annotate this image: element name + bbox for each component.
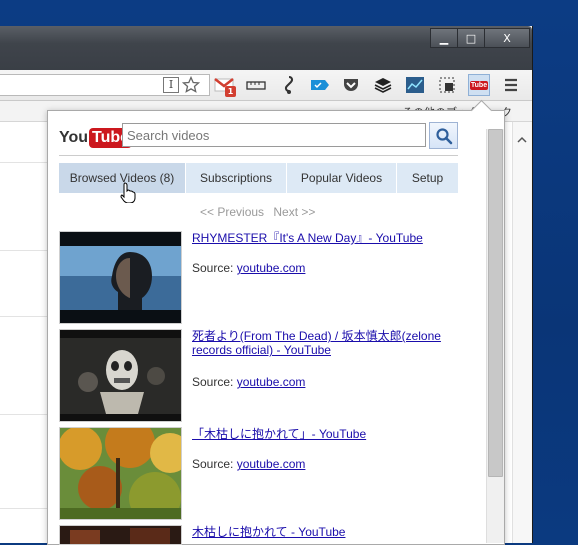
tab-bar: Browsed Videos (8) Subscriptions Popular…: [59, 163, 458, 193]
close-button[interactable]: X: [484, 28, 530, 48]
video-title-link[interactable]: 死者より(From The Dead) / 坂本慎太郎(zelone recor…: [192, 329, 457, 357]
maximize-icon: □: [465, 31, 477, 45]
screenshot-icon[interactable]: [436, 74, 458, 96]
close-icon: X: [503, 31, 511, 45]
maximize-button[interactable]: □: [457, 28, 485, 48]
ruler-icon[interactable]: [245, 74, 267, 96]
gmail-icon[interactable]: 1: [213, 74, 236, 97]
video-source: Source: youtube.com: [192, 261, 306, 275]
divider: [0, 162, 48, 163]
divider: [0, 250, 48, 251]
video-thumbnail[interactable]: [59, 525, 182, 545]
video-source: Source: youtube.com: [192, 457, 306, 471]
divider: [0, 414, 48, 415]
divider: [0, 316, 48, 317]
video-thumbnail[interactable]: [59, 427, 182, 520]
next-link[interactable]: Next >>: [273, 205, 315, 219]
tag-icon[interactable]: [309, 74, 331, 96]
tab-popular-videos[interactable]: Popular Videos: [287, 163, 397, 193]
youtube-extension-icon[interactable]: Tube: [468, 74, 490, 96]
hand-cursor-icon: [120, 182, 136, 203]
video-title-link[interactable]: 「木枯しに抱かれて」- YouTube: [192, 427, 457, 441]
scroll-up-arrow-icon[interactable]: [517, 136, 527, 144]
search-button[interactable]: [429, 122, 458, 149]
browser-toolbar: I 1 Tube: [0, 70, 532, 101]
link-tool-icon[interactable]: [278, 74, 300, 96]
video-thumbnail[interactable]: [59, 231, 182, 324]
layers-icon[interactable]: [372, 74, 394, 96]
divider: [59, 155, 458, 156]
tab-setup[interactable]: Setup: [397, 163, 458, 193]
search-icon: [435, 127, 452, 144]
pocket-icon[interactable]: [340, 74, 362, 96]
search-input[interactable]: [122, 123, 426, 147]
video-thumbnail[interactable]: [59, 329, 182, 422]
video-title-link[interactable]: RHYMESTER『It's A New Day』- YouTube: [192, 231, 457, 245]
chart-extension-icon[interactable]: [404, 74, 426, 96]
source-link[interactable]: youtube.com: [237, 261, 306, 275]
reader-mode-icon[interactable]: I: [160, 74, 182, 96]
source-link[interactable]: youtube.com: [237, 457, 306, 471]
star-bookmark-icon[interactable]: [180, 74, 202, 96]
previous-link[interactable]: << Previous: [200, 205, 264, 219]
youtube-popup: You Tube ™ Browsed Videos (8) Subscripti…: [47, 99, 505, 545]
popup-scrollbar-thumb[interactable]: [488, 129, 503, 477]
page-scrollbar[interactable]: [512, 122, 531, 543]
gmail-badge: 1: [225, 86, 236, 97]
window-controls: ▁ □ X: [430, 28, 530, 48]
pager: << Previous Next >>: [200, 205, 321, 219]
minimize-icon: ▁: [439, 31, 449, 45]
tab-subscriptions[interactable]: Subscriptions: [186, 163, 287, 193]
title-bar: ▁ □ X: [0, 26, 532, 70]
minimize-button[interactable]: ▁: [430, 28, 458, 48]
source-link[interactable]: youtube.com: [237, 375, 306, 389]
divider: [0, 508, 48, 509]
video-title-link[interactable]: 木枯しに抱かれて - YouTube: [192, 525, 457, 539]
video-source: Source: youtube.com: [192, 375, 306, 389]
menu-icon[interactable]: [500, 74, 522, 96]
